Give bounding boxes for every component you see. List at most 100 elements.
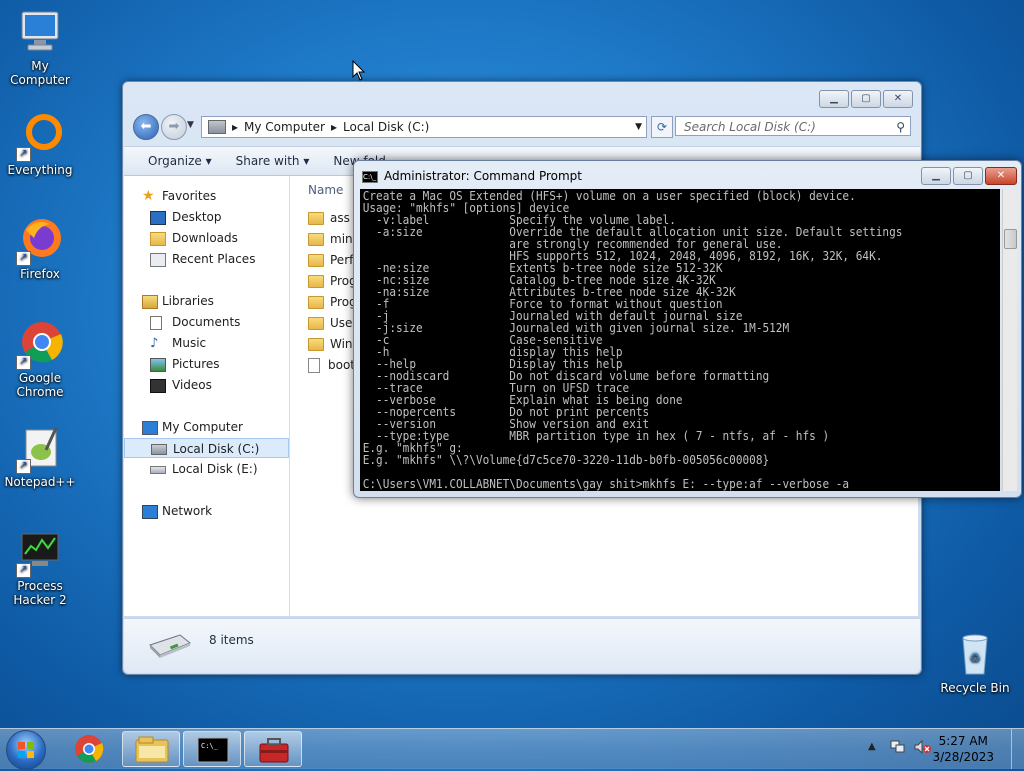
nav-local-disk-c[interactable]: Local Disk (C:) [124, 438, 289, 458]
star-icon: ★ [142, 188, 155, 204]
nav-documents[interactable]: Documents [124, 312, 289, 332]
breadcrumb-local-disk[interactable]: Local Disk (C:) [343, 120, 429, 134]
window-controls: ▁ ▢ ✕ [921, 167, 1017, 185]
shortcut-arrow-icon: ↗ [16, 147, 31, 162]
show-desktop-button[interactable] [1011, 729, 1024, 769]
desktop-icon-process-hacker[interactable]: ↗ Process Hacker 2 [0, 528, 80, 607]
address-bar-row: ⬅ ➡ ▼ ▸ My Computer ▸ Local Disk (C:) ▼ … [131, 114, 913, 140]
nav-network[interactable]: Network [124, 501, 289, 521]
drive-large-icon [148, 633, 191, 658]
network-tray-icon[interactable] [890, 740, 906, 754]
address-dropdown-icon[interactable]: ▼ [635, 122, 642, 132]
downloads-icon [150, 232, 166, 246]
desktop-icon-google-chrome[interactable]: ↗ Google Chrome [0, 320, 80, 399]
breadcrumb-sep-icon: ▸ [232, 120, 239, 134]
breadcrumb-sep-icon: ▸ [330, 120, 337, 134]
desktop-icon-my-computer[interactable]: My Computer [0, 8, 80, 87]
nav-my-computer[interactable]: My Computer [124, 417, 289, 437]
cmd-icon: C:\_ [197, 737, 229, 763]
minimize-button[interactable]: ▁ [921, 167, 951, 185]
breadcrumb-my-computer[interactable]: My Computer [244, 120, 325, 134]
window-title: C:\_ Administrator: Command Prompt [362, 169, 582, 183]
folder-icon [308, 212, 324, 225]
desktop-icon-label: Recycle Bin [940, 681, 1010, 695]
computer-icon [142, 421, 158, 435]
shortcut-arrow-icon: ↗ [16, 355, 31, 370]
vertical-scrollbar[interactable] [1002, 189, 1017, 491]
taskbar-toolbox-app[interactable] [244, 731, 302, 767]
desktop-icon-everything[interactable]: ↗ Everything [0, 112, 80, 177]
volume-muted-icon[interactable] [914, 739, 932, 755]
chrome-icon: ↗ [16, 320, 64, 370]
everything-icon: ↗ [16, 112, 64, 162]
desktop-icon-label: Google Chrome [16, 371, 64, 399]
show-hidden-icons-button[interactable]: ▲ [868, 741, 876, 752]
nav-local-disk-e[interactable]: Local Disk (E:) [124, 459, 289, 479]
desktop-icon-label: Notepad++ [4, 475, 76, 489]
address-field[interactable]: ▸ My Computer ▸ Local Disk (C:) ▼ [201, 116, 647, 138]
refresh-button[interactable]: ⟳ [651, 116, 673, 138]
shortcut-arrow-icon: ↗ [16, 251, 31, 266]
firefox-icon: ↗ [16, 216, 64, 266]
nav-music[interactable]: ♪ Music [124, 333, 289, 353]
folder-icon [308, 233, 324, 246]
desktop-icon-label: Firefox [20, 267, 60, 281]
recent-pages-dropdown[interactable]: ▼ [187, 120, 194, 130]
nav-pictures[interactable]: Pictures [124, 354, 289, 374]
taskbar-chrome[interactable] [60, 731, 118, 767]
shortcut-arrow-icon: ↗ [16, 459, 31, 474]
recent-places-icon [150, 253, 166, 267]
toolbox-icon [259, 738, 289, 763]
network-icon [142, 505, 158, 519]
libraries-icon [142, 295, 158, 309]
taskbar: C:\_ ▲ 5:27 AM 3/28/2023 [0, 728, 1024, 770]
minimize-button[interactable]: ▁ [819, 90, 849, 108]
notepadpp-icon: ↗ [16, 424, 64, 474]
folder-icon [308, 254, 324, 267]
nav-downloads[interactable]: Downloads [124, 228, 289, 248]
nav-favorites[interactable]: ★ Favorites [124, 186, 289, 206]
recycle-bin-icon: ♻ [951, 630, 999, 678]
music-icon: ♪ [150, 336, 159, 351]
desktop-icon-notepadpp[interactable]: ↗ Notepad++ [0, 424, 80, 489]
desktop-icon [150, 211, 166, 225]
command-prompt-window[interactable]: C:\_ Administrator: Command Prompt ▁ ▢ ✕ … [353, 160, 1022, 498]
scrollbar-thumb[interactable] [1004, 229, 1017, 249]
svg-text:C:\_: C:\_ [201, 742, 219, 750]
organize-button[interactable]: Organize ▾ [148, 154, 212, 168]
nav-libraries[interactable]: Libraries [124, 291, 289, 311]
desktop-icon-recycle-bin[interactable]: ♻ Recycle Bin [935, 630, 1015, 695]
close-button[interactable]: ✕ [883, 90, 913, 108]
window-controls: ▁ ▢ ✕ [819, 90, 913, 108]
details-pane: 8 items [124, 618, 920, 673]
folder-icon [308, 296, 324, 309]
drive-icon [208, 120, 226, 134]
taskbar-command-prompt[interactable]: C:\_ [183, 731, 241, 767]
clock-date: 3/28/2023 [932, 750, 994, 764]
search-icon: ⚲ [896, 120, 905, 134]
close-button[interactable]: ✕ [985, 167, 1017, 185]
videos-icon [150, 379, 166, 393]
taskbar-explorer[interactable] [122, 731, 180, 767]
maximize-button[interactable]: ▢ [953, 167, 983, 185]
desktop-icon-firefox[interactable]: ↗ Firefox [0, 216, 80, 281]
maximize-button[interactable]: ▢ [851, 90, 881, 108]
search-placeholder: Search Local Disk (C:) [684, 120, 816, 134]
search-input[interactable]: Search Local Disk (C:) ⚲ [675, 116, 911, 136]
navigation-pane: ★ Favorites Desktop Downloads Recent Pla… [124, 176, 290, 616]
process-hacker-icon: ↗ [16, 528, 64, 578]
back-button[interactable]: ⬅ [133, 114, 159, 140]
forward-button[interactable]: ➡ [161, 114, 187, 140]
nav-recent-places[interactable]: Recent Places [124, 249, 289, 269]
drive-icon [150, 466, 166, 474]
documents-icon [150, 316, 162, 330]
nav-videos[interactable]: Videos [124, 375, 289, 395]
start-button[interactable] [6, 730, 46, 770]
share-with-button[interactable]: Share with ▾ [236, 154, 310, 168]
file-icon [308, 358, 320, 373]
column-header-name[interactable]: Name [308, 183, 343, 197]
system-clock[interactable]: 5:27 AM 3/28/2023 [932, 733, 994, 765]
nav-desktop[interactable]: Desktop [124, 207, 289, 227]
console-output[interactable]: Create a Mac OS Extended (HFS+) volume o… [360, 189, 1000, 491]
folder-icon [308, 317, 324, 330]
